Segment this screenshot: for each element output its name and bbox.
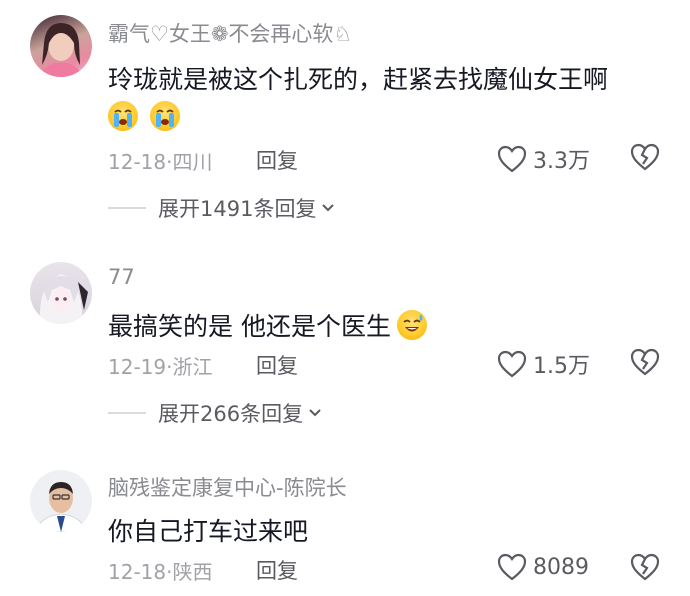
comment-username[interactable]: 脑残鉴定康复中心-陈院长 <box>108 472 347 502</box>
avatar[interactable] <box>30 15 92 77</box>
comment-username[interactable]: 77 <box>108 265 135 289</box>
dislike-button[interactable] <box>630 553 660 585</box>
avatar[interactable] <box>30 470 92 532</box>
chevron-down-icon <box>322 204 335 212</box>
like-count: 3.3万 <box>533 149 590 174</box>
crying-face-icon <box>150 101 180 131</box>
grinning-sweat-face-icon <box>396 310 427 340</box>
chevron-down-icon <box>309 409 321 417</box>
heart-icon <box>497 553 527 581</box>
like-button[interactable]: 8089 <box>497 553 589 581</box>
comment-text: 你自己打车过来吧 <box>108 517 309 546</box>
comment-date-location: 12-19·浙江 <box>108 355 213 379</box>
like-count: 8089 <box>533 554 589 580</box>
like-count: 1.5万 <box>533 354 590 379</box>
expand-replies-button[interactable]: 展开266条回复 <box>108 398 323 428</box>
dislike-button[interactable] <box>630 348 660 380</box>
divider-line <box>108 412 146 414</box>
broken-heart-icon <box>630 553 660 581</box>
avatar[interactable] <box>30 262 92 324</box>
reply-button[interactable]: 回复 <box>256 350 298 380</box>
comment-text-body: 最搞笑的是 他还是个医生 <box>108 312 391 341</box>
expand-replies-label: 展开266条回复 <box>158 402 304 426</box>
comment-username[interactable]: 霸气♡女王❁不会再心软♘ <box>108 18 352 48</box>
heart-icon <box>497 145 527 173</box>
comment-date-location: 12-18·陕西 <box>108 560 213 584</box>
emoji-row <box>108 101 180 131</box>
reply-button[interactable]: 回复 <box>256 145 298 175</box>
comment-date-location: 12-18·四川 <box>108 150 213 174</box>
heart-icon <box>497 350 527 378</box>
avatar-image <box>38 23 84 77</box>
like-button[interactable]: 1.5万 <box>497 348 590 380</box>
reply-button[interactable]: 回复 <box>256 555 298 585</box>
avatar-image <box>39 274 88 324</box>
like-button[interactable]: 3.3万 <box>497 143 590 175</box>
dislike-button[interactable] <box>630 143 660 175</box>
avatar-image <box>35 482 87 532</box>
divider-line <box>108 207 146 209</box>
comment-item: 脑残鉴定康复中心-陈院长 你自己打车过来吧 12-18·陕西 回复 8089 <box>0 450 690 596</box>
comment-item: 77 最搞笑的是 他还是个医生 12-19·浙江 回复 1.5万 展开266条回… <box>0 240 690 450</box>
broken-heart-icon <box>630 143 660 171</box>
comment-text: 玲珑就是被这个扎死的，赶紧去找魔仙女王啊 <box>108 65 609 94</box>
broken-heart-icon <box>630 348 660 376</box>
comment-text: 最搞笑的是 他还是个医生 <box>108 307 427 343</box>
comment-item: 霸气♡女王❁不会再心软♘ 玲珑就是被这个扎死的，赶紧去找魔仙女王啊 12-18·… <box>0 0 690 240</box>
crying-face-icon <box>108 101 138 131</box>
expand-replies-label: 展开1491条回复 <box>158 197 317 221</box>
expand-replies-button[interactable]: 展开1491条回复 <box>108 193 336 223</box>
